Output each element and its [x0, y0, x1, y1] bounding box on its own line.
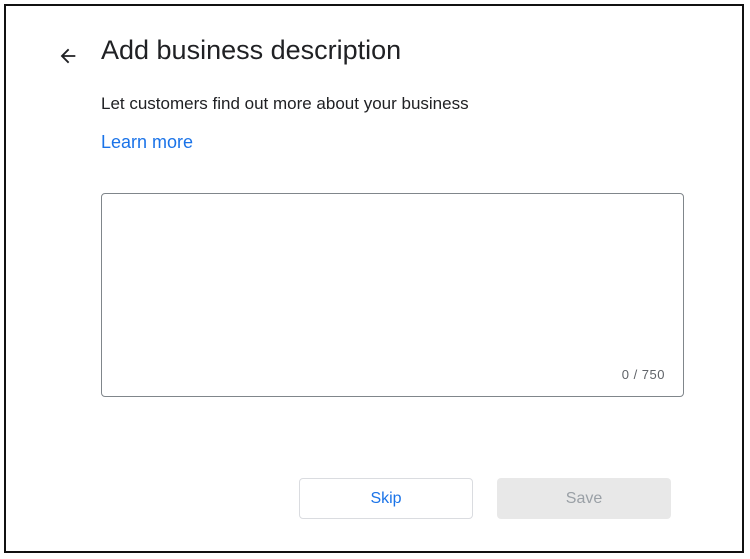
learn-more-link[interactable]: Learn more	[101, 132, 193, 153]
back-button[interactable]	[50, 38, 86, 74]
dialog-title: Add business description	[101, 35, 402, 65]
dialog-subtitle: Let customers find out more about your b…	[101, 94, 469, 113]
skip-button[interactable]: Skip	[299, 478, 473, 519]
save-button[interactable]: Save	[497, 478, 671, 519]
arrow-back-icon	[57, 45, 79, 67]
add-business-description-dialog: Add business description Let customers f…	[4, 4, 744, 553]
character-counter: 0 / 750	[621, 367, 665, 382]
description-input[interactable]	[102, 194, 683, 396]
description-field: 0 / 750	[101, 193, 684, 397]
